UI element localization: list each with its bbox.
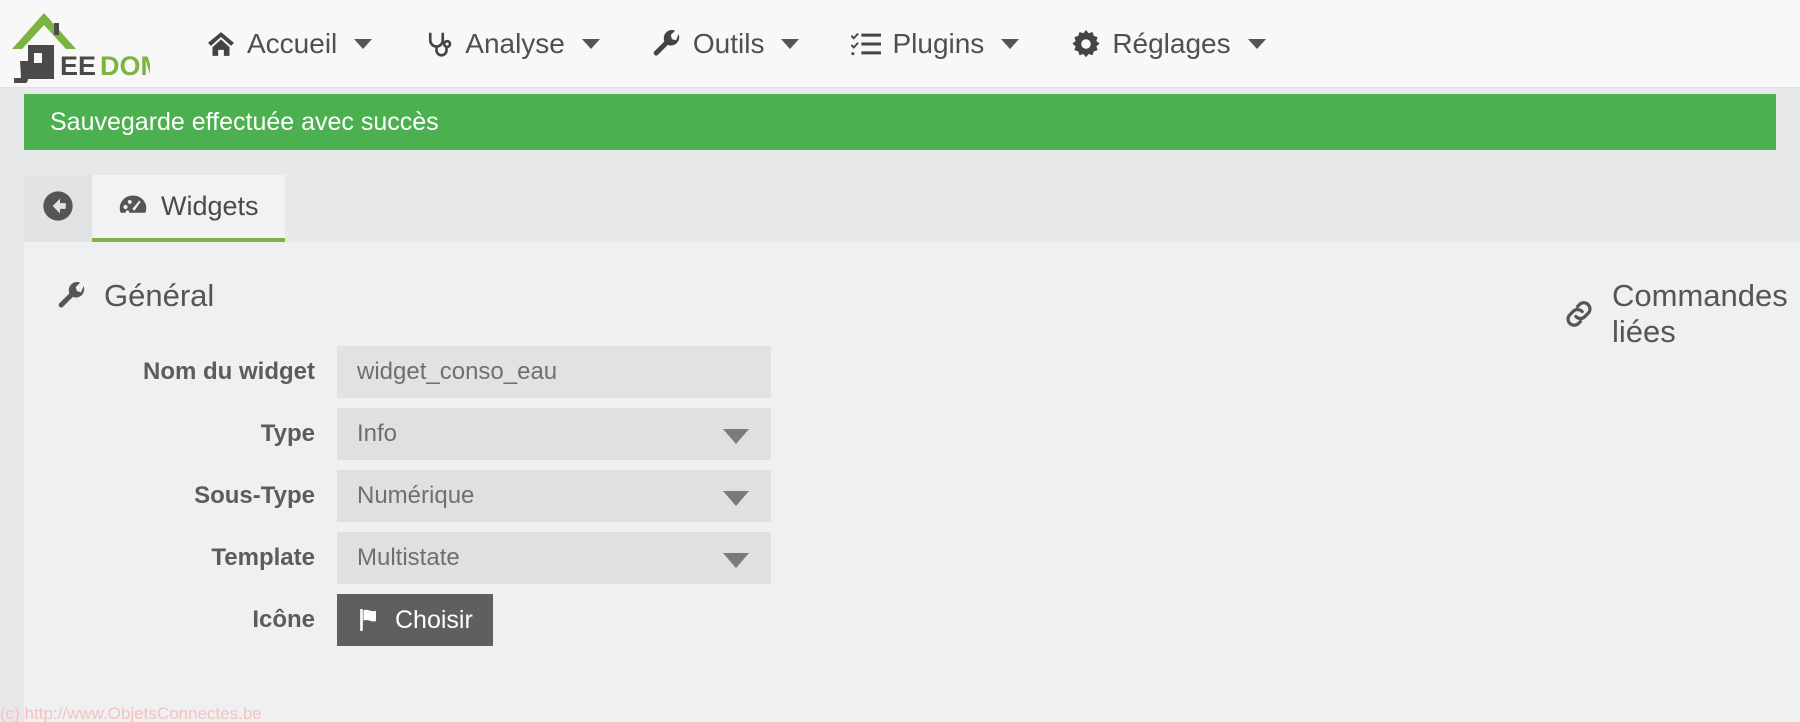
nav-item-reglages[interactable]: Réglages — [1045, 0, 1291, 88]
label-sous-type: Sous-Type — [194, 482, 315, 509]
chevron-down-icon — [1247, 38, 1266, 49]
chevron-down-icon — [723, 553, 749, 568]
dashboard-icon — [118, 193, 148, 221]
choisir-icon-button[interactable]: Choisir — [337, 594, 493, 646]
sous-type-select[interactable]: Numérique — [337, 470, 771, 522]
chevron-down-icon — [723, 491, 749, 506]
flag-icon — [357, 608, 383, 632]
tab-label: Widgets — [161, 191, 259, 221]
nav-label: Outils — [692, 27, 765, 59]
top-navbar: EE DOM Accueil Analyse — [0, 0, 1800, 88]
nav-item-plugins[interactable]: Plugins — [825, 0, 1045, 88]
form-row-template: Template Multistate — [24, 532, 900, 584]
label-icone: Icône — [252, 606, 315, 633]
left-gutter — [0, 242, 24, 722]
nav-label: Analyse — [465, 27, 565, 59]
svg-text:EE: EE — [60, 51, 96, 81]
gear-icon — [1071, 29, 1101, 59]
sous-type-select-value: Numérique — [357, 482, 475, 509]
label-nom-du-widget: Nom du widget — [143, 358, 315, 385]
nav-items: Accueil Analyse Outils Plugins Réglages — [180, 0, 1292, 87]
choisir-label: Choisir — [395, 605, 473, 634]
nav-label: Accueil — [247, 27, 338, 59]
alert-container: Sauvegarde effectuée avec succès — [0, 88, 1800, 150]
section-title-label: Commandes liées — [1612, 278, 1788, 349]
template-select-value: Multistate — [357, 544, 460, 571]
label-type: Type — [260, 420, 315, 447]
chevron-down-icon — [781, 38, 800, 49]
arrow-circle-left-icon — [42, 190, 74, 227]
main-content: Général Nom du widget widget_conso_eau T… — [0, 242, 1800, 722]
tabstrip: Widgets — [24, 175, 1776, 242]
nav-label: Réglages — [1112, 27, 1231, 59]
chevron-down-icon — [354, 38, 373, 49]
wrench-icon — [57, 281, 87, 311]
back-button[interactable] — [24, 175, 92, 242]
home-icon — [206, 29, 236, 59]
form-row-icone: Icône Choisir — [24, 594, 900, 646]
form-row-nom-du-widget: Nom du widget widget_conso_eau — [24, 346, 900, 398]
jeedom-logo[interactable]: EE DOM — [8, 5, 150, 83]
nav-item-accueil[interactable]: Accueil — [180, 0, 398, 88]
form-row-sous-type: Sous-Type Numérique — [24, 470, 900, 522]
general-section-title: Général — [57, 278, 900, 314]
chevron-down-icon — [723, 429, 749, 444]
link-icon — [1563, 298, 1595, 330]
success-alert: Sauvegarde effectuée avec succès — [24, 94, 1776, 150]
nav-item-analyse[interactable]: Analyse — [398, 0, 626, 88]
section-title-label: Général — [104, 278, 215, 313]
widget-name-input[interactable]: widget_conso_eau — [337, 346, 771, 398]
svg-text:DOM: DOM — [100, 51, 150, 81]
nav-label: Plugins — [892, 27, 985, 59]
form-row-type: Type Info — [24, 408, 900, 460]
commandes-section-title: Commandes liées — [900, 278, 1788, 350]
tab-widgets[interactable]: Widgets — [92, 175, 285, 242]
general-panel: Général Nom du widget widget_conso_eau T… — [24, 278, 900, 722]
commandes-liees-panel: Commandes liées — [900, 278, 1788, 722]
type-select[interactable]: Info — [337, 408, 771, 460]
type-select-value: Info — [357, 420, 398, 447]
template-select[interactable]: Multistate — [337, 532, 771, 584]
alert-message: Sauvegarde effectuée avec succès — [50, 107, 439, 136]
label-template: Template — [211, 544, 315, 571]
stethoscope-icon — [424, 29, 454, 59]
chevron-down-icon — [1001, 38, 1020, 49]
nav-item-outils[interactable]: Outils — [626, 0, 826, 88]
list-check-icon — [851, 29, 882, 59]
tabstrip-container: Widgets — [0, 150, 1800, 242]
wrench-icon — [652, 29, 682, 59]
chevron-down-icon — [581, 38, 600, 49]
watermark: (c) http://www.ObjetsConnectes.be — [0, 704, 262, 722]
